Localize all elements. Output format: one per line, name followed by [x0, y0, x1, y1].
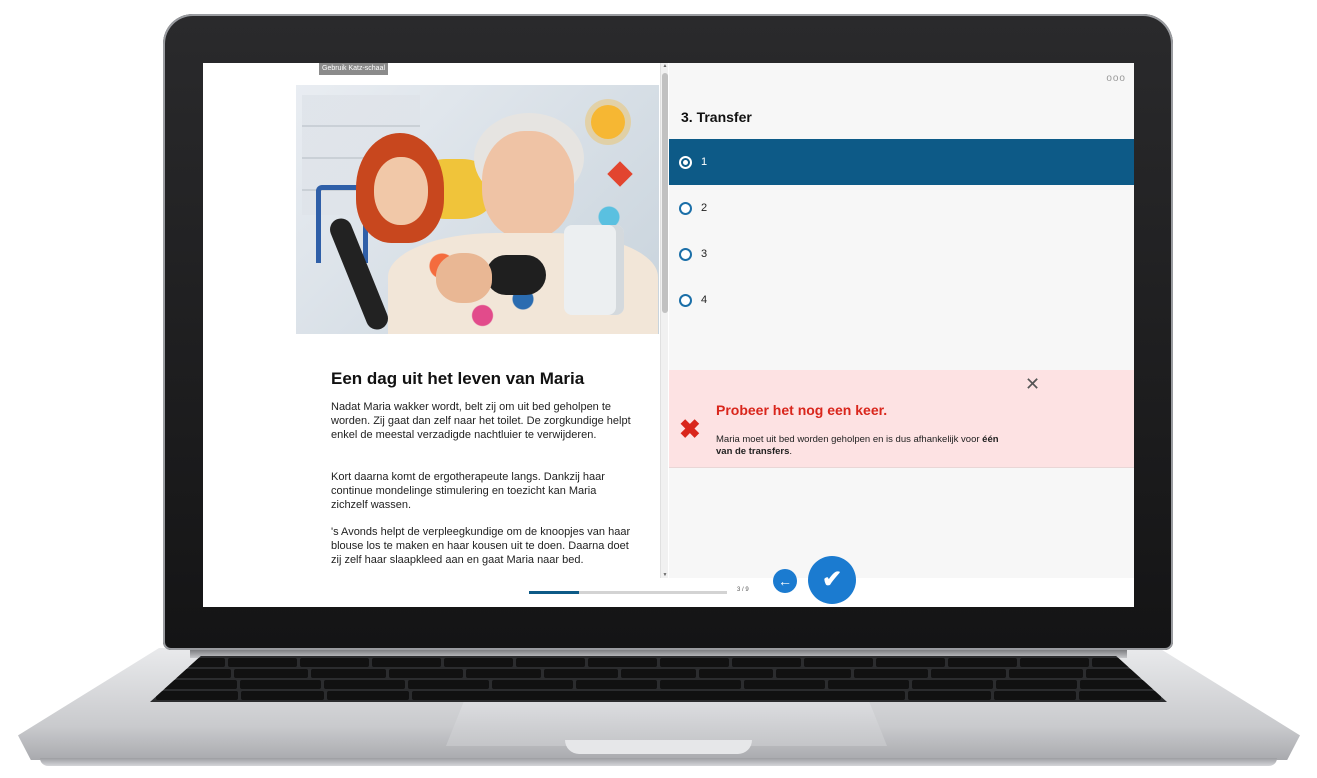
keyboard — [150, 656, 1167, 702]
radio-icon[interactable] — [679, 293, 692, 307]
answer-option-2[interactable]: 2 — [669, 185, 1134, 231]
question-title: 3. Transfer — [681, 109, 752, 125]
answer-option-1[interactable]: 1 — [669, 139, 1134, 185]
progress-fill — [529, 591, 579, 594]
answer-label: 1 — [701, 156, 708, 168]
back-button[interactable]: ← — [773, 569, 797, 593]
close-icon[interactable]: ✕ — [1025, 374, 1040, 395]
answer-option-4[interactable]: 4 — [669, 277, 1134, 323]
article-pane: Gebruik Katz-schaal Een dag uit het leve… — [203, 63, 668, 578]
laptop-mockup: Gebruik Katz-schaal Een dag uit het leve… — [0, 0, 1317, 778]
arrow-left-icon: ← — [778, 573, 792, 589]
katz-tag: Gebruik Katz-schaal — [319, 63, 389, 75]
radio-icon[interactable] — [679, 247, 692, 261]
submit-button[interactable]: ✔ — [808, 556, 856, 604]
progress-bar — [529, 591, 727, 594]
feedback-text-end: . — [789, 446, 793, 457]
article-photo — [296, 85, 659, 334]
article-scrollbar[interactable]: ▲ ▼ — [660, 63, 668, 578]
answer-label: 2 — [701, 202, 708, 214]
more-menu-icon[interactable]: ooo — [1106, 73, 1126, 84]
footer-bar: 3 / 9 ← ✔ — [203, 556, 1134, 607]
lid-notch — [565, 740, 752, 754]
radio-selected-icon[interactable] — [679, 155, 692, 169]
article-paragraph: Kort daarna komt de ergotherapeute langs… — [331, 471, 605, 511]
question-pane: ooo 3. Transfer 1 2 3 4 ✕ ✖ Probeer het … — [669, 63, 1134, 578]
answer-label: 3 — [701, 248, 708, 260]
article-paragraph: Nadat Maria wakker wordt, belt zij om ui… — [331, 401, 631, 441]
answer-label: 4 — [701, 294, 708, 306]
feedback-text-part: Maria moet uit bed worden geholpen en is… — [716, 434, 983, 445]
progress-label: 3 / 9 — [737, 587, 749, 593]
checkmark-icon: ✔ — [821, 566, 843, 593]
radio-icon[interactable] — [679, 201, 692, 215]
feedback-title: Probeer het nog een keer. — [716, 402, 888, 418]
feedback-panel: ✕ ✖ Probeer het nog een keer. Maria moet… — [669, 370, 1134, 468]
scroll-up-icon[interactable]: ▲ — [662, 63, 668, 69]
scroll-thumb[interactable] — [662, 73, 668, 313]
feedback-text: Maria moet uit bed worden geholpen en is… — [716, 434, 1016, 458]
answer-option-3[interactable]: 3 — [669, 231, 1134, 277]
article-title: Een dag uit het leven van Maria — [331, 369, 585, 388]
error-x-icon: ✖ — [679, 414, 701, 444]
article-paragraph: 's Avonds helpt de verpleegkundige om de… — [331, 526, 631, 566]
app-screen: Gebruik Katz-schaal Een dag uit het leve… — [203, 63, 1134, 607]
laptop-edge — [40, 758, 1277, 766]
